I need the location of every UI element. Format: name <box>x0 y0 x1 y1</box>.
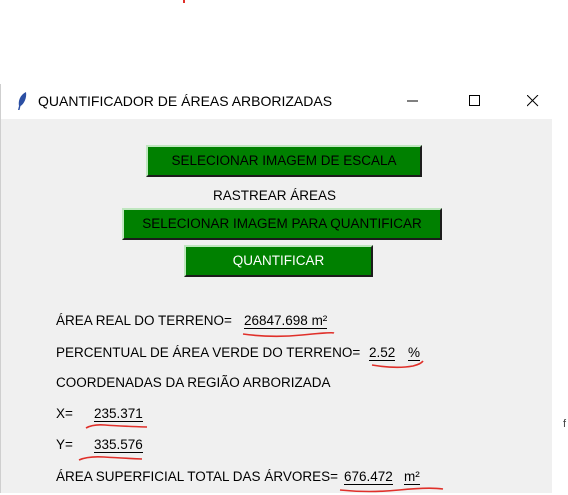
x-value: 235.371 <box>94 406 143 422</box>
red-underline-mark <box>371 360 424 369</box>
coordinates-label: COORDENADAS DA REGIÃO ARBORIZADA <box>56 375 331 390</box>
feather-icon <box>18 92 27 110</box>
real-area-value: 26847.698 m² <box>244 313 328 329</box>
red-underline-mark <box>85 424 148 429</box>
quantify-button[interactable]: QUANTIFICAR <box>184 245 373 277</box>
maximize-icon <box>469 95 480 106</box>
tree-area-unit: m² <box>404 469 420 485</box>
real-area-label: ÁREA REAL DO TERRENO= <box>56 313 232 328</box>
select-quantify-image-button[interactable]: SELECIONAR IMAGEM PARA QUANTIFICAR <box>122 208 442 240</box>
green-percent-value: 2.52 <box>369 345 396 361</box>
window-title: QUANTIFICADOR DE ÁREAS ARBORIZADAS <box>38 93 333 109</box>
red-underline-mark <box>78 456 143 461</box>
stray-text: f <box>563 418 567 430</box>
y-label: Y= <box>56 437 73 452</box>
y-value: 335.576 <box>94 437 143 453</box>
red-underline-mark <box>339 487 444 493</box>
green-percent-label: PERCENTUAL DE ÁREA VERDE DO TERRENO= <box>56 345 361 360</box>
select-scale-image-button[interactable]: SELECIONAR IMAGEM DE ESCALA <box>146 145 422 177</box>
maximize-button[interactable] <box>453 84 499 119</box>
minimize-button[interactable] <box>391 84 437 119</box>
tree-area-label: ÁREA SUPERFICIAL TOTAL DAS ÁRVORES= <box>56 469 338 484</box>
track-areas-label: RASTREAR ÁREAS <box>213 188 337 203</box>
red-mark <box>183 0 185 3</box>
x-label: X= <box>56 406 73 421</box>
minimize-icon <box>407 100 418 102</box>
close-icon <box>527 95 539 107</box>
title-bar[interactable]: QUANTIFICADOR DE ÁREAS ARBORIZADAS <box>1 84 552 119</box>
close-button[interactable] <box>511 84 557 119</box>
app-window: QUANTIFICADOR DE ÁREAS ARBORIZADAS SELEC… <box>0 84 552 493</box>
tree-area-value: 676.472 <box>344 469 393 485</box>
red-underline-mark <box>242 331 335 338</box>
green-percent-unit: % <box>408 345 421 361</box>
